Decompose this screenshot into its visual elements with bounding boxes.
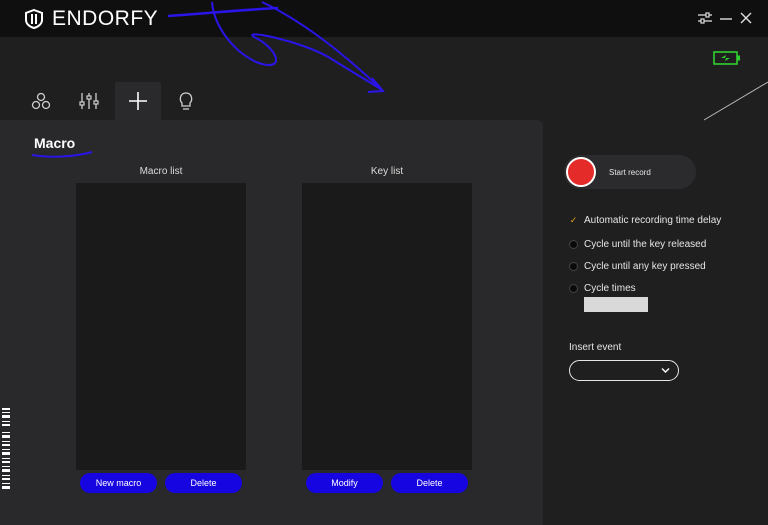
delete-macro-button[interactable]: Delete	[165, 473, 242, 493]
macro-list[interactable]	[76, 183, 246, 470]
brand-name: ENDORFY	[52, 7, 159, 30]
delete-key-button[interactable]: Delete	[391, 473, 468, 493]
option-auto-delay[interactable]: ✓ Automatic recording time delay	[569, 215, 722, 226]
battery-charging-icon	[713, 51, 740, 65]
option-cycle-until-pressed[interactable]: Cycle until any key pressed	[569, 261, 706, 272]
sliders-icon	[79, 93, 99, 109]
circles-icon	[31, 92, 51, 110]
checkmark-icon: ✓	[569, 215, 578, 225]
title-bar: ENDORFY	[0, 0, 768, 37]
modify-button[interactable]: Modify	[306, 473, 383, 493]
key-list[interactable]	[302, 183, 472, 470]
insert-event-label: Insert event	[569, 342, 622, 353]
barcode-decoration	[2, 408, 10, 489]
new-macro-button[interactable]: New macro	[80, 473, 157, 493]
macro-list-label: Macro list	[139, 166, 183, 177]
start-record-label: Start record	[609, 168, 651, 177]
chevron-down-icon	[661, 368, 670, 373]
minimize-icon[interactable]	[718, 10, 734, 26]
radio-icon	[569, 239, 578, 249]
tab-tips[interactable]	[163, 82, 209, 120]
lightbulb-icon	[179, 92, 193, 110]
cycle-times-input[interactable]	[584, 297, 648, 312]
radio-icon	[569, 283, 578, 293]
option-cycle-until-released[interactable]: Cycle until the key released	[569, 239, 706, 250]
option-cycle-times[interactable]: Cycle times	[569, 283, 636, 294]
tab-settings[interactable]	[66, 82, 112, 120]
tab-macro[interactable]	[115, 82, 161, 120]
endorfy-logo-icon	[25, 9, 43, 29]
record-icon[interactable]	[566, 157, 596, 187]
plus-icon	[129, 92, 147, 110]
close-icon[interactable]	[738, 10, 754, 26]
radio-icon	[569, 261, 578, 271]
settings-sliders-icon[interactable]	[697, 10, 713, 26]
title-underline	[31, 151, 93, 158]
tab-lighting[interactable]	[18, 82, 64, 120]
key-list-label: Key list	[370, 166, 404, 177]
